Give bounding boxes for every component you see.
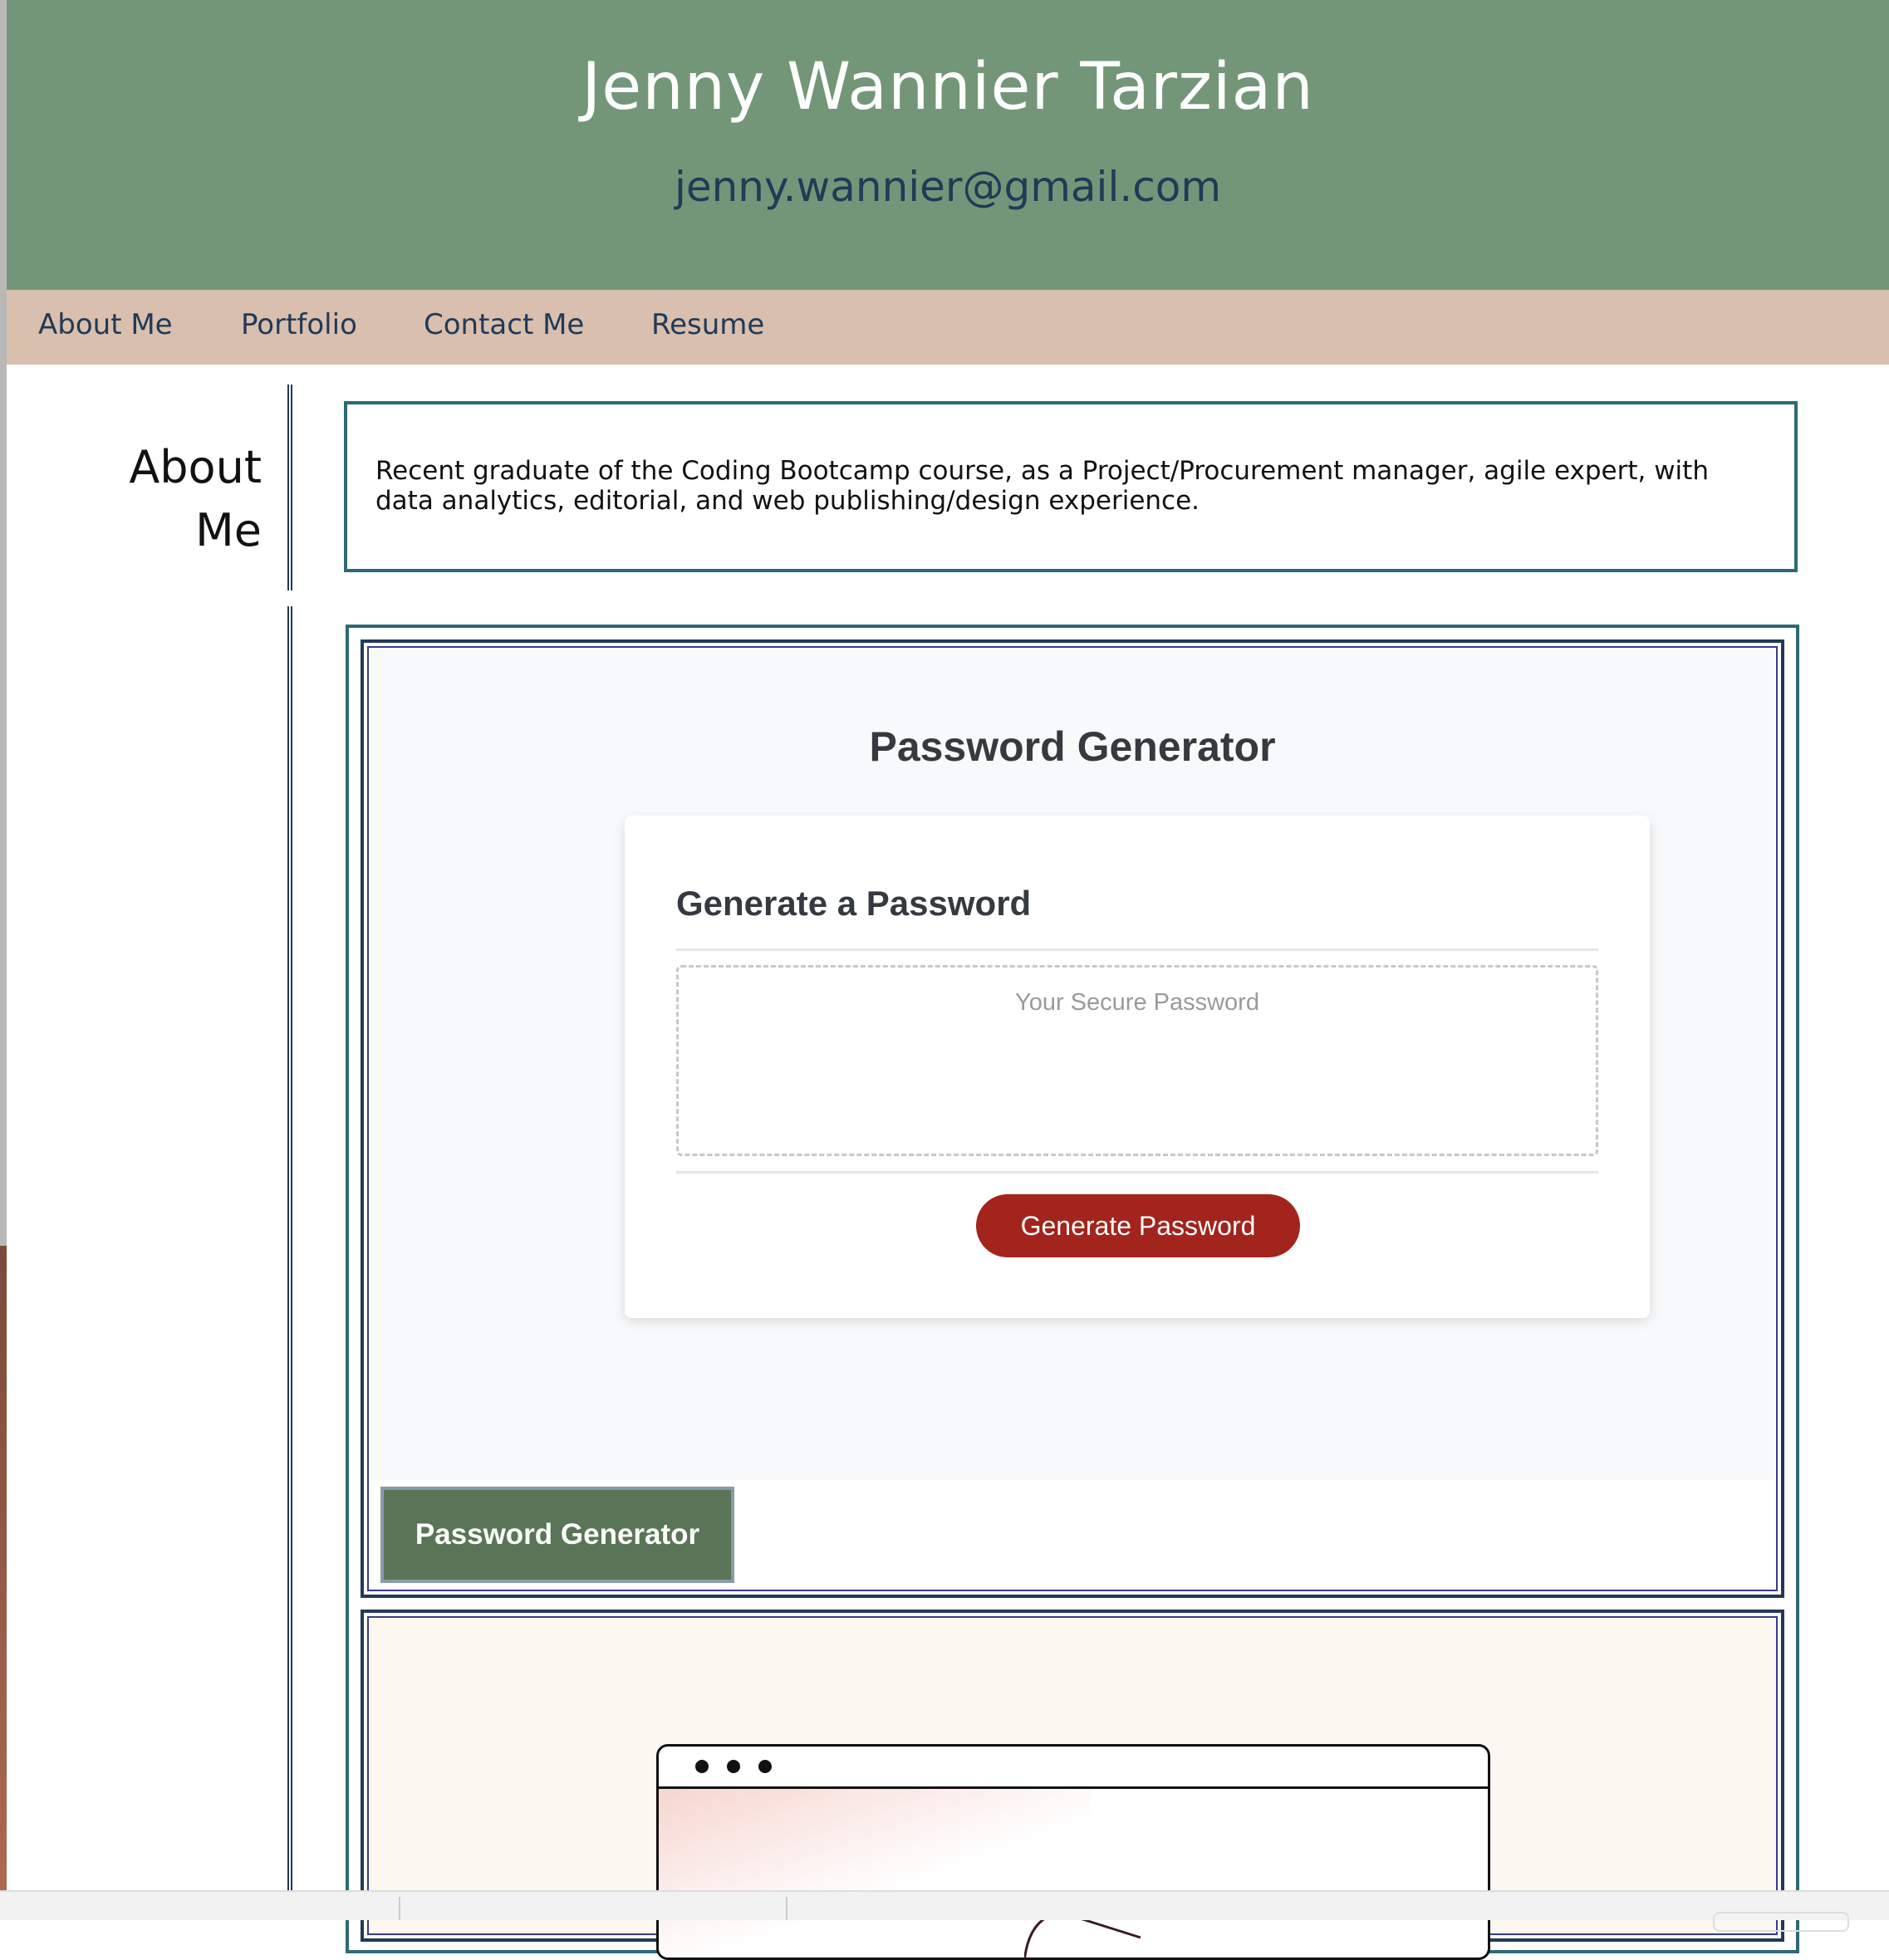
section-divider [287, 385, 292, 590]
about-box: Recent graduate of the Coding Bootcamp c… [344, 401, 1798, 572]
about-heading: About Me [129, 441, 262, 556]
nav-contact-me[interactable]: Contact Me [424, 308, 584, 341]
nav-portfolio[interactable]: Portfolio [241, 308, 357, 341]
window-dot-icon [758, 1760, 772, 1773]
divider [676, 948, 1598, 951]
project-card-password-generator: Password Generator Generate a Password Y… [361, 639, 1784, 1598]
screenshot-title: Password Generator [869, 723, 1276, 770]
window-edge [0, 0, 7, 1918]
divider [676, 1171, 1598, 1174]
main-nav: About Me Portfolio Contact Me Resume [7, 290, 1889, 365]
email-link[interactable]: jenny.wannier@gmail.com [7, 163, 1889, 211]
divider [786, 1897, 787, 1920]
bottom-bar [0, 1890, 1889, 1932]
screenshot-card: Generate a Password Your Secure Password… [625, 816, 1650, 1318]
window-dot-icon [727, 1760, 740, 1773]
screenshot-card-heading: Generate a Password [676, 884, 1032, 923]
site-header: Jenny Wannier Tarzian jenny.wannier@gmai… [7, 0, 1889, 290]
project-screenshot[interactable]: Password Generator Generate a Password Y… [370, 649, 1774, 1480]
nav-resume[interactable]: Resume [651, 308, 764, 341]
project-label-button[interactable]: Password Generator [380, 1487, 734, 1583]
generate-password-button: Generate Password [976, 1194, 1300, 1257]
site-title: Jenny Wannier Tarzian [581, 50, 1314, 125]
password-textarea: Your Secure Password [676, 965, 1598, 1156]
browser-title-bar [659, 1747, 1488, 1789]
browser-illustration [656, 1744, 1490, 1960]
about-text: Recent graduate of the Coding Bootcamp c… [375, 456, 1709, 516]
divider [399, 1897, 400, 1920]
window-dot-icon [695, 1760, 709, 1773]
desktop-background [0, 1246, 7, 1918]
section-divider [287, 606, 292, 1918]
nav-about-me[interactable]: About Me [38, 308, 173, 341]
bottom-bar-control[interactable] [1713, 1912, 1849, 1932]
